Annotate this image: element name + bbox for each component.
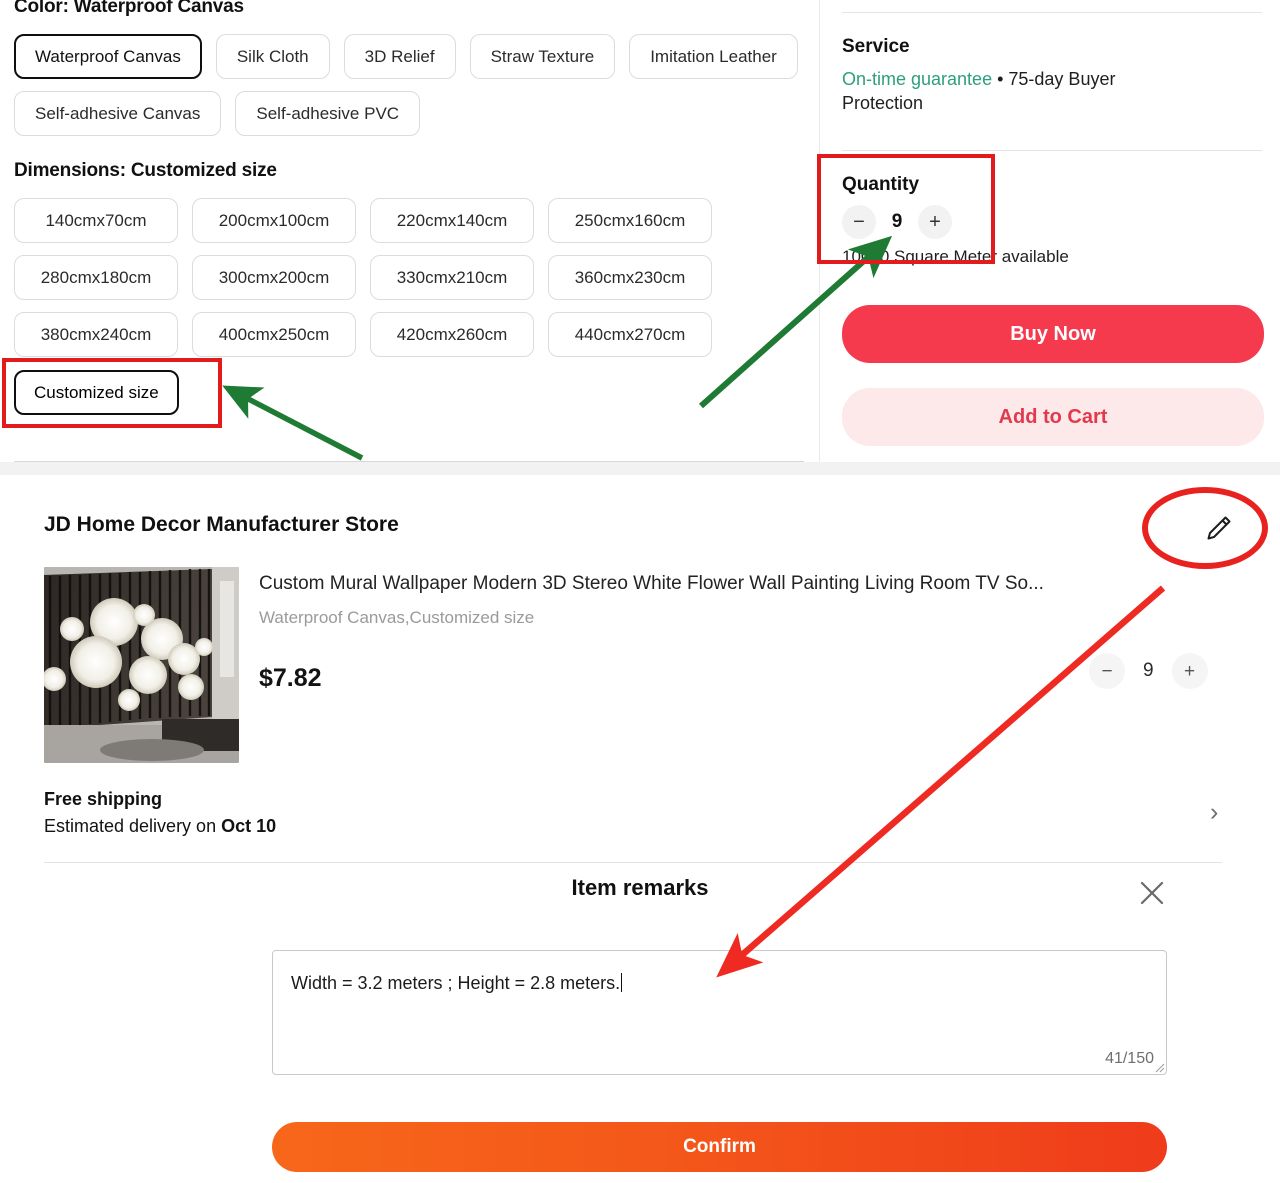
color-chip-3d-relief[interactable]: 3D Relief [344,34,456,79]
color-chip-silk-cloth[interactable]: Silk Cloth [216,34,330,79]
estimated-delivery-prefix: Estimated delivery on [44,816,221,836]
dimension-chip-440x270[interactable]: 440cmx270cm [548,312,712,357]
options-panel: Color: Waterproof Canvas Waterproof Canv… [0,0,818,462]
dimension-chip-300x200[interactable]: 300cmx200cm [192,255,356,300]
quantity-decrease-button[interactable]: − [842,205,876,239]
on-time-guarantee-text: On-time guarantee [842,69,992,89]
service-top-divider [842,12,1262,13]
item-remarks-text: Width = 3.2 meters ; Height = 2.8 meters… [291,973,622,994]
availability-text: 10000 Square Meter available [842,247,1280,267]
item-remarks-textarea[interactable]: Width = 3.2 meters ; Height = 2.8 meters… [272,950,1167,1075]
card-quantity-stepper: − 9 + [1089,653,1208,689]
resize-grip-icon[interactable] [1153,1061,1165,1073]
chevron-right-icon[interactable]: › [1210,798,1218,827]
dimension-chip-250x160[interactable]: 250cmx160cm [548,198,712,243]
quantity-heading: Quantity [842,174,1280,196]
quantity-stepper: − 9 + [842,205,1280,239]
color-chip-row: Waterproof Canvas Silk Cloth 3D Relief S… [14,34,804,136]
confirm-button[interactable]: Confirm [272,1122,1167,1172]
color-chip-self-adhesive-canvas[interactable]: Self-adhesive Canvas [14,91,221,136]
free-shipping-label: Free shipping [44,789,162,810]
dimension-chip-row: 140cmx70cm 200cmx100cm 220cmx140cm 250cm… [14,198,784,357]
dimension-chip-330x210[interactable]: 330cmx210cm [370,255,534,300]
color-chip-self-adhesive-pvc[interactable]: Self-adhesive PVC [235,91,420,136]
dimensions-group-label: Dimensions: Customized size [14,160,804,182]
dimension-chip-420x260[interactable]: 420cmx260cm [370,312,534,357]
service-section: Service On-time guarantee • 75-day Buyer… [842,36,1280,116]
card-quantity-increase-button[interactable]: + [1172,653,1208,689]
estimated-delivery-date: Oct 10 [221,816,276,836]
color-chip-imitation-leather[interactable]: Imitation Leather [629,34,798,79]
item-remarks-title: Item remarks [0,875,1280,901]
quantity-value[interactable]: 9 [890,211,904,233]
quantity-section: Quantity − 9 + 10000 Square Meter availa… [842,174,1280,267]
color-option-group: Color: Waterproof Canvas Waterproof Canv… [14,0,804,136]
color-group-label: Color: Waterproof Canvas [14,0,804,18]
product-thumbnail[interactable] [44,567,239,763]
dimension-chip-140x70[interactable]: 140cmx70cm [14,198,178,243]
dimension-chip-400x250[interactable]: 400cmx250cm [192,312,356,357]
dimension-chip-360x230[interactable]: 360cmx230cm [548,255,712,300]
quantity-increase-button[interactable]: + [918,205,952,239]
color-chip-straw-texture[interactable]: Straw Texture [470,34,616,79]
card-quantity-value[interactable]: 9 [1143,660,1154,682]
card-quantity-decrease-button[interactable]: − [1089,653,1125,689]
store-name[interactable]: JD Home Decor Manufacturer Store [44,513,399,537]
color-chip-waterproof-canvas[interactable]: Waterproof Canvas [14,34,202,79]
dimension-chip-customized-size[interactable]: Customized size [14,370,179,415]
buy-now-button[interactable]: Buy Now [842,305,1264,363]
product-detail-screenshot: Color: Waterproof Canvas Waterproof Canv… [0,0,1280,1183]
purchase-panel: Service On-time guarantee • 75-day Buyer… [819,0,1280,462]
character-counter: 41/150 [1105,1050,1154,1068]
section-gap [0,462,1280,475]
dimension-option-group: Dimensions: Customized size 140cmx70cm 2… [14,160,804,357]
service-bottom-divider [842,150,1262,151]
dimension-chip-220x140[interactable]: 220cmx140cm [370,198,534,243]
card-divider [44,862,1222,863]
dimension-chip-280x180[interactable]: 280cmx180cm [14,255,178,300]
customized-size-row: Customized size [14,370,179,415]
add-to-cart-button[interactable]: Add to Cart [842,388,1264,446]
product-price: $7.82 [259,664,322,693]
close-icon[interactable] [1133,874,1171,912]
text-caret [621,973,622,992]
estimated-delivery-label: Estimated delivery on Oct 10 [44,816,276,837]
product-variant: Waterproof Canvas,Customized size [259,608,534,628]
product-thumbnail-image [44,567,239,763]
service-heading: Service [842,36,1280,58]
item-remarks-value: Width = 3.2 meters ; Height = 2.8 meters… [291,973,620,993]
service-text: On-time guarantee • 75-day Buyer Protect… [842,68,1182,116]
dimension-chip-200x100[interactable]: 200cmx100cm [192,198,356,243]
dimension-chip-380x240[interactable]: 380cmx240cm [14,312,178,357]
product-title[interactable]: Custom Mural Wallpaper Modern 3D Stereo … [259,573,1224,595]
